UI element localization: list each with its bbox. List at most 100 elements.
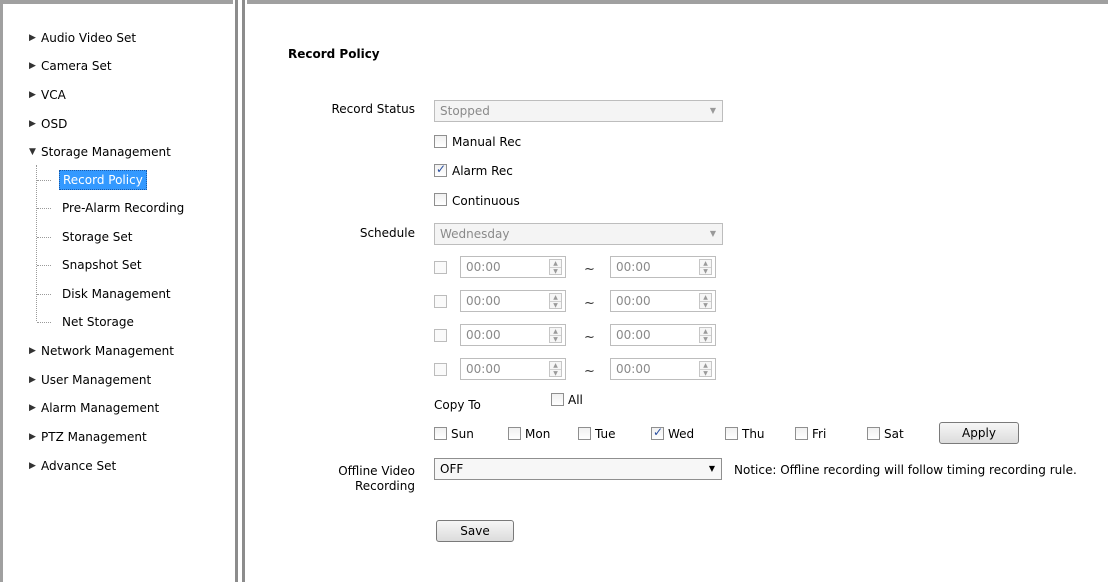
tree-branch-line [37, 294, 51, 295]
tree-branch-line [37, 237, 51, 238]
day-wed-label: Wed [668, 427, 695, 441]
sidebar-item-advance-set[interactable]: ▶ Advance Set [29, 456, 116, 476]
day-wed-checkbox[interactable] [651, 425, 664, 440]
expand-triangle-icon: ▶ [29, 90, 36, 100]
record-status-label: Record Status [331, 102, 415, 116]
day-fri-label: Fri [812, 427, 827, 441]
time-slot-2-end[interactable]: 00:00 ▲ ▼ [610, 290, 716, 312]
sidebar-item-label: Storage Management [41, 145, 171, 159]
sidebar-item-camera-set[interactable]: ▶ Camera Set [29, 56, 112, 76]
dropdown-arrow-icon: ▼ [709, 106, 716, 115]
spinner-icon[interactable]: ▲ ▼ [699, 293, 712, 309]
day-fri-checkbox[interactable] [795, 427, 808, 440]
schedule-day-select: Wednesday ▼ [434, 223, 723, 245]
offline-recording-select[interactable]: OFF ▼ [434, 458, 722, 480]
sidebar-subitem-disk-management[interactable]: Disk Management [59, 284, 174, 304]
day-thu-label: Thu [742, 427, 765, 441]
time-slot-2-checkbox[interactable] [434, 295, 447, 308]
sidebar-item-user-management[interactable]: ▶ User Management [29, 370, 151, 390]
sidebar-nav: ▶ Audio Video Set ▶ Camera Set ▶ VCA ▶ OSD ▼… [3, 4, 233, 582]
copy-all-checkbox[interactable] [551, 393, 564, 406]
main-panel: Record Policy Record Status Stopped ▼ Ma… [247, 4, 1108, 582]
schedule-label: Schedule [359, 226, 415, 240]
day-mon-checkbox[interactable] [508, 427, 521, 440]
sidebar-item-osd[interactable]: ▶ OSD [29, 114, 67, 134]
spinner-icon[interactable]: ▲ ▼ [549, 327, 562, 343]
time-range-separator: ~ [584, 296, 595, 311]
apply-button[interactable]: Apply [939, 422, 1019, 444]
sidebar-subitem-pre-alarm-recording[interactable]: Pre-Alarm Recording [59, 198, 187, 218]
time-range-separator: ~ [584, 262, 595, 277]
sidebar-item-label: OSD [41, 117, 68, 131]
alarm-rec-label: Alarm Rec [452, 164, 513, 178]
copy-to-label: Copy To [434, 398, 481, 412]
time-slot-1-end[interactable]: 00:00 ▲ ▼ [610, 256, 716, 278]
time-slot-2-start[interactable]: 00:00 ▲ ▼ [460, 290, 566, 312]
spinner-icon[interactable]: ▲ ▼ [699, 361, 712, 377]
sidebar-subitem-snapshot-set[interactable]: Snapshot Set [59, 255, 145, 275]
offline-video-recording-label: Offline Video Recording [338, 464, 415, 493]
day-tue-checkbox[interactable] [578, 427, 591, 440]
tree-branch-line [37, 322, 51, 323]
time-slot-1-start[interactable]: 00:00 ▲ ▼ [460, 256, 566, 278]
time-slot-4-end[interactable]: 00:00 ▲ ▼ [610, 358, 716, 380]
sidebar-item-ptz-management[interactable]: ▶ PTZ Management [29, 427, 147, 447]
record-status-value: Stopped [440, 104, 490, 118]
alarm-rec-checkbox[interactable] [434, 162, 447, 177]
record-status-select: Stopped ▼ [434, 100, 723, 122]
sidebar-item-label: PTZ Management [41, 430, 147, 444]
expand-triangle-icon: ▶ [29, 346, 36, 356]
sidebar-item-vca[interactable]: ▶ VCA [29, 85, 66, 105]
sidebar-item-label: Advance Set [41, 459, 117, 473]
time-range-separator: ~ [584, 330, 595, 345]
manual-rec-checkbox[interactable] [434, 135, 447, 148]
continuous-checkbox[interactable] [434, 193, 447, 206]
expand-triangle-icon: ▶ [29, 432, 36, 442]
time-slot-4-checkbox[interactable] [434, 363, 447, 376]
day-tue-label: Tue [595, 427, 616, 441]
expand-triangle-icon: ▶ [29, 119, 36, 129]
expand-triangle-icon: ▶ [29, 33, 36, 43]
day-sun-checkbox[interactable] [434, 427, 447, 440]
sidebar-item-network-management[interactable]: ▶ Network Management [29, 341, 174, 361]
day-thu-checkbox[interactable] [725, 427, 738, 440]
sidebar-subitem-record-policy[interactable]: Record Policy [59, 170, 147, 190]
sidebar-item-audio-video-set[interactable]: ▶ Audio Video Set [29, 28, 136, 48]
day-sun-label: Sun [451, 427, 474, 441]
page-title: Record Policy [288, 47, 380, 61]
sidebar-item-label: Network Management [41, 344, 174, 358]
day-sat-checkbox[interactable] [867, 427, 880, 440]
tree-branch-line [37, 180, 51, 181]
time-slot-4-start[interactable]: 00:00 ▲ ▼ [460, 358, 566, 380]
sidebar-item-label: VCA [41, 88, 66, 102]
spinner-icon[interactable]: ▲ ▼ [699, 327, 712, 343]
sidebar-subitem-net-storage[interactable]: Net Storage [59, 312, 137, 332]
spinner-icon[interactable]: ▲ ▼ [549, 259, 562, 275]
manual-rec-label: Manual Rec [452, 135, 522, 149]
time-slot-3-checkbox[interactable] [434, 329, 447, 342]
copy-all-label: All [568, 393, 583, 407]
time-range-separator: ~ [584, 364, 595, 379]
expand-triangle-icon: ▶ [29, 461, 36, 471]
spinner-icon[interactable]: ▲ ▼ [549, 293, 562, 309]
sidebar-item-label: Camera Set [41, 59, 112, 73]
spinner-icon[interactable]: ▲ ▼ [699, 259, 712, 275]
sidebar-item-label: Alarm Management [41, 401, 160, 415]
panel-splitter[interactable] [233, 0, 247, 582]
tree-guide-line [36, 165, 37, 321]
day-sat-label: Sat [884, 427, 904, 441]
expand-triangle-icon: ▶ [29, 61, 36, 71]
sidebar-subitem-storage-set[interactable]: Storage Set [59, 227, 135, 247]
time-slot-1-checkbox[interactable] [434, 261, 447, 274]
sidebar-item-alarm-management[interactable]: ▶ Alarm Management [29, 398, 159, 418]
expand-triangle-icon: ▶ [29, 403, 36, 413]
tree-branch-line [37, 265, 51, 266]
offline-recording-value: OFF [440, 462, 464, 476]
sidebar-item-storage-management[interactable]: ▼ Storage Management [29, 142, 171, 162]
save-button[interactable]: Save [436, 520, 514, 542]
spinner-icon[interactable]: ▲ ▼ [549, 361, 562, 377]
time-slot-3-end[interactable]: 00:00 ▲ ▼ [610, 324, 716, 346]
schedule-day-value: Wednesday [440, 227, 510, 241]
tree-branch-line [37, 208, 51, 209]
time-slot-3-start[interactable]: 00:00 ▲ ▼ [460, 324, 566, 346]
